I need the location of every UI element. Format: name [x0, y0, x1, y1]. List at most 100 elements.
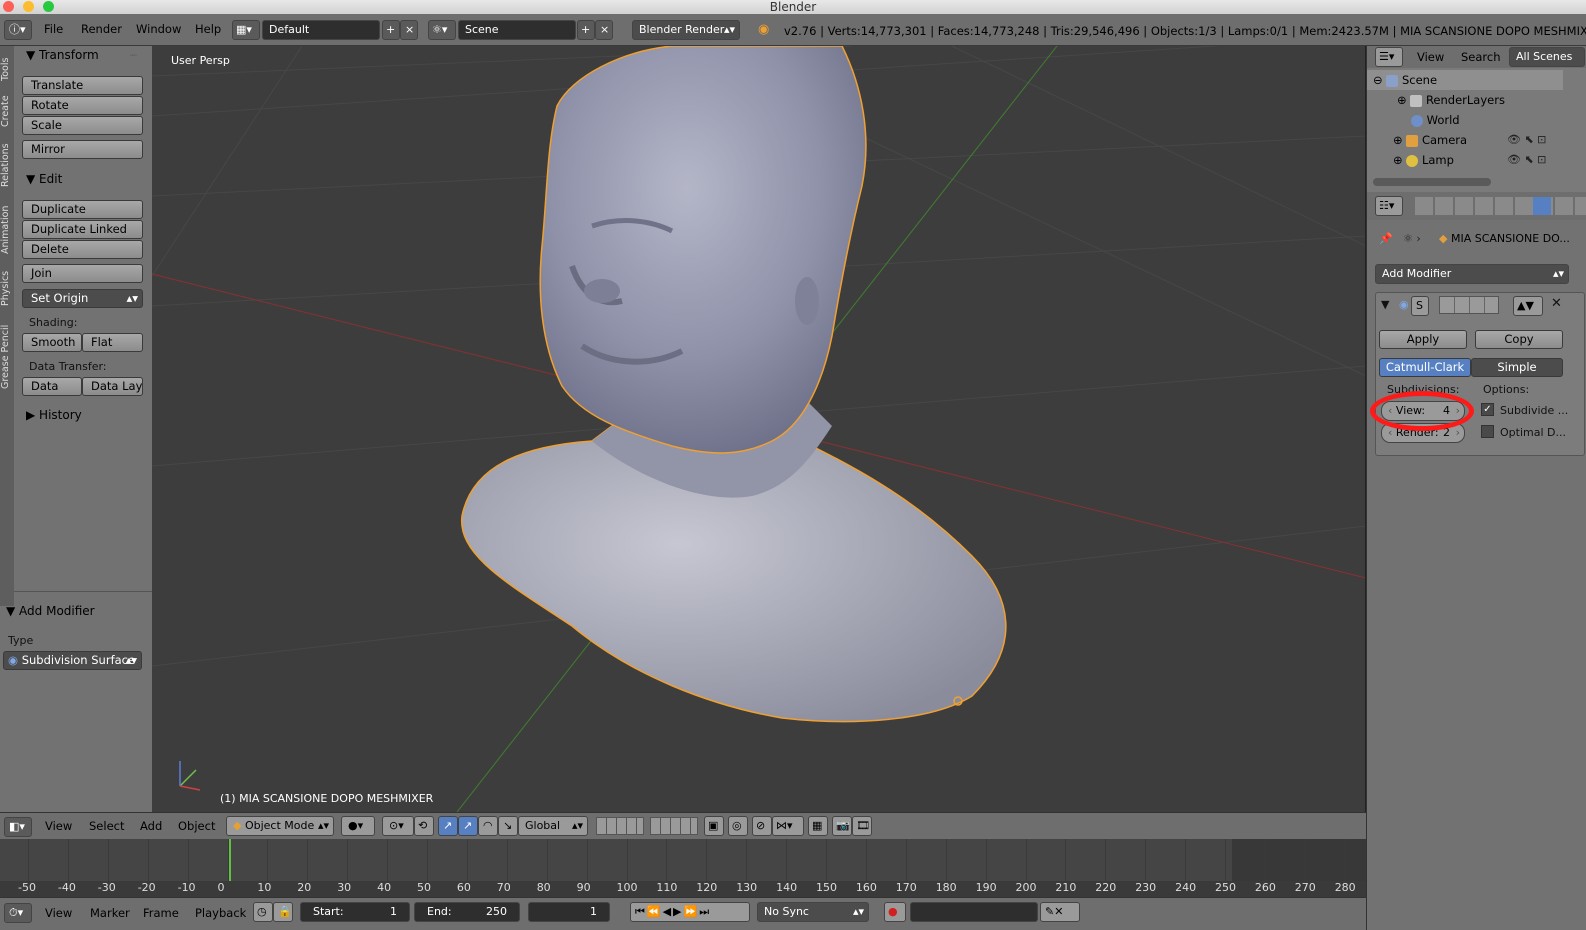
end-frame-field[interactable]: End: 250 — [414, 902, 520, 922]
add-scene-icon[interactable]: + — [577, 20, 595, 40]
layer-buttons-right[interactable] — [650, 817, 698, 835]
delete-button[interactable]: Delete — [22, 240, 143, 259]
join-button[interactable]: Join — [22, 264, 143, 283]
editor-type-3d-button[interactable]: ◧▾ — [4, 817, 32, 837]
modifier-move-arrows[interactable]: ▲▼ — [1513, 296, 1543, 316]
data-button[interactable]: Data — [22, 377, 82, 396]
modifier-type-select[interactable]: ◉ Subdivision Surface ▴▾ — [3, 651, 142, 670]
pivot-point-select[interactable]: ⊙▾ — [382, 816, 414, 836]
outliner-item-renderlayers[interactable]: ⊕ RenderLayers — [1397, 90, 1505, 110]
outliner-item-camera[interactable]: ⊕ Camera — [1393, 130, 1467, 150]
outliner-item-scene[interactable]: ⊖ Scene — [1373, 70, 1437, 90]
set-origin-select[interactable]: Set Origin ▴▾ — [22, 289, 143, 308]
duplicate-linked-button[interactable]: Duplicate Linked — [22, 220, 143, 239]
viewport-canvas[interactable] — [152, 46, 1366, 812]
zoom-window-icon[interactable] — [43, 1, 54, 12]
modifier-tab-wrench-icon[interactable] — [1533, 197, 1551, 215]
scene-icon[interactable]: ⚛▾ — [428, 20, 456, 40]
menu-frame[interactable]: Frame — [143, 906, 179, 920]
menu-view[interactable]: View — [45, 819, 72, 833]
tab-animation[interactable]: Animation — [0, 202, 14, 258]
render-engine-select[interactable]: Blender Render ▴▾ — [632, 20, 740, 40]
translate-button[interactable]: Translate — [22, 76, 143, 95]
rotate-button[interactable]: Rotate — [22, 96, 143, 115]
optimal-display-checkbox[interactable] — [1481, 425, 1494, 438]
scale-manipulator-icon[interactable]: ↘ — [498, 816, 518, 836]
menu-playback[interactable]: Playback — [195, 906, 246, 920]
smooth-button[interactable]: Smooth — [22, 333, 82, 352]
tab-create[interactable]: Create — [0, 92, 14, 130]
data-layout-button[interactable]: Data Layo — [82, 377, 143, 396]
properties-context-tabs[interactable] — [1415, 197, 1586, 215]
playback-controls[interactable]: ⏮⏪◀▶⏩⏭ — [630, 902, 750, 922]
orientation-select[interactable]: Global ▴▾ — [518, 816, 588, 836]
tab-grease-pencil[interactable]: Grease Pencil — [0, 320, 14, 394]
transform-panel-header[interactable]: ▼ Transform — [26, 48, 99, 62]
layer-lock-icon[interactable]: ▣ — [704, 816, 724, 836]
panel-grip-icon[interactable]: ┈ — [130, 49, 137, 62]
layer-buttons-left[interactable] — [596, 817, 644, 835]
menu-help[interactable]: Help — [195, 22, 221, 36]
tab-physics[interactable]: Physics — [0, 266, 14, 310]
pin-icon[interactable]: 📌 — [1379, 232, 1393, 245]
curve-manipulator-icon[interactable]: ◠ — [478, 816, 498, 836]
modifier-name-field[interactable]: S — [1411, 296, 1429, 316]
scale-button[interactable]: Scale — [22, 116, 143, 135]
remove-scene-icon[interactable]: × — [595, 20, 613, 40]
screen-layout-icon[interactable]: ▦▾ — [232, 20, 260, 40]
record-icon[interactable]: ● — [884, 902, 906, 922]
snap-element-select[interactable]: ⋈▾ — [772, 816, 804, 836]
minimize-window-icon[interactable] — [23, 1, 34, 12]
outliner-scrollbar[interactable] — [1373, 178, 1491, 186]
camera-visibility-icons[interactable]: 👁 ⬉ ⊡ — [1507, 133, 1546, 146]
menu-add[interactable]: Add — [140, 819, 162, 833]
outliner-item-world[interactable]: World — [1411, 110, 1460, 130]
lock-range-icon[interactable]: 🔒 — [273, 902, 293, 922]
menu-render[interactable]: Render — [81, 22, 122, 36]
tab-relations[interactable]: Relations — [0, 140, 14, 190]
subdivide-uvs-checkbox[interactable]: ✓ — [1481, 403, 1494, 416]
keying-set-field[interactable] — [910, 902, 1038, 922]
lamp-visibility-icons[interactable]: 👁 ⬉ ⊡ — [1507, 153, 1546, 166]
timeline-ruler[interactable] — [0, 881, 1366, 897]
snap-icon[interactable]: ⊘ — [752, 816, 772, 836]
translate-manipulator-icon[interactable]: ↗ — [438, 816, 458, 836]
remove-layout-icon[interactable]: × — [400, 20, 418, 40]
outliner-menu-search[interactable]: Search — [1461, 50, 1501, 64]
render-preview-icon[interactable]: ▦ — [808, 816, 828, 836]
operator-panel-header[interactable]: ▼ Add Modifier — [6, 604, 95, 618]
outliner-menu-view[interactable]: View — [1417, 50, 1444, 64]
bust-mesh[interactable] — [461, 46, 1007, 723]
mirror-button[interactable]: Mirror — [22, 140, 143, 159]
menu-marker[interactable]: Marker — [90, 906, 130, 920]
menu-object[interactable]: Object — [178, 819, 215, 833]
menu-window[interactable]: Window — [136, 22, 181, 36]
sync-mode-select[interactable]: No Sync ▴▾ — [757, 902, 869, 922]
current-frame-field[interactable]: 1 — [528, 902, 610, 922]
menu-select[interactable]: Select — [89, 819, 124, 833]
proportional-edit-icon[interactable]: ◎ — [728, 816, 748, 836]
close-window-icon[interactable] — [3, 1, 14, 12]
modifier-remove-icon[interactable]: ✕ — [1551, 296, 1562, 311]
add-layout-icon[interactable]: + — [382, 20, 400, 40]
rotate-manipulator-icon[interactable]: ↗ — [458, 816, 478, 836]
edit-panel-header[interactable]: ▼ Edit — [26, 172, 62, 186]
3d-viewport[interactable]: User Persp (1) MIA SCANSIONE DOPO MESHMI… — [152, 46, 1366, 812]
editor-type-info-button[interactable]: ⓘ▾ — [4, 20, 32, 40]
keyframe-insert-icon[interactable]: ✎✕ — [1040, 902, 1080, 922]
copy-button[interactable]: Copy — [1475, 330, 1563, 349]
screen-layout-field[interactable]: Default — [262, 20, 380, 40]
catmull-clark-button[interactable]: Catmull-Clark — [1379, 358, 1471, 377]
mode-select[interactable]: ◆ Object Mode ▴▾ — [226, 816, 334, 836]
manipulator-toggle-icon[interactable]: ⟲ — [414, 816, 434, 836]
editor-type-timeline-button[interactable]: ⏱▾ — [4, 903, 32, 923]
tab-tools[interactable]: Tools — [0, 52, 14, 86]
keying-icon[interactable]: ◷ — [253, 902, 273, 922]
editor-type-properties-button[interactable]: ☷▾ — [1375, 196, 1403, 216]
duplicate-button[interactable]: Duplicate — [22, 200, 143, 219]
editor-type-outliner-button[interactable]: ☰▾ — [1375, 47, 1403, 67]
start-frame-field[interactable]: Start: 1 — [300, 902, 410, 922]
modifier-visibility-toggles[interactable] — [1439, 296, 1499, 314]
menu-timeline-view[interactable]: View — [45, 906, 72, 920]
modifier-collapse-icon[interactable]: ▼ — [1381, 298, 1389, 311]
